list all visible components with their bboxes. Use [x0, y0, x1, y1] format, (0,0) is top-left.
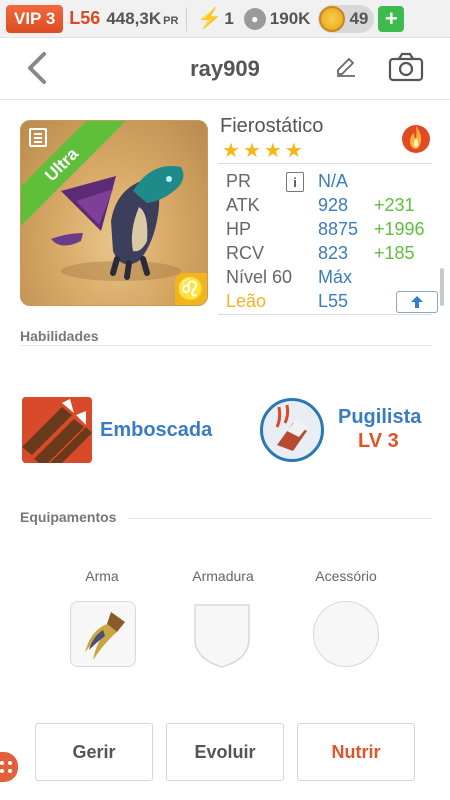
fire-icon: [402, 125, 430, 153]
upgrade-button[interactable]: [396, 291, 438, 313]
claw-strike-icon: [22, 397, 92, 463]
skill-name-boxer[interactable]: Pugilista: [338, 406, 421, 429]
skill-level-boxer: LV 3: [358, 430, 399, 452]
dragon-portrait[interactable]: Ultra ♌: [20, 120, 208, 306]
armor-slot[interactable]: [191, 601, 253, 669]
page-header: ray909: [0, 38, 450, 100]
star-icon: ★: [242, 140, 261, 162]
stat-bonus: +1996: [374, 219, 425, 239]
stat-label: Leão: [226, 291, 267, 311]
stat-value: 8875: [318, 219, 359, 239]
arrow-up-icon: [411, 296, 423, 308]
edit-pencil-icon[interactable]: [334, 54, 358, 78]
star-icon: ★: [284, 140, 303, 162]
star-rating: ★ ★ ★ ★: [222, 141, 303, 161]
gold-value: 49: [349, 8, 369, 28]
vip-badge[interactable]: VIP 3: [6, 4, 64, 33]
section-title-skills: Habilidades: [20, 328, 99, 344]
food-value: 190K: [269, 8, 311, 28]
stat-label: HP: [226, 219, 252, 239]
slot-label-weapon: Arma: [85, 568, 119, 584]
boxer-skill-icon[interactable]: [260, 398, 324, 462]
camera-icon[interactable]: [388, 52, 424, 82]
stat-value: N/A: [318, 171, 349, 191]
slot-label-accessory: Acessório: [315, 568, 377, 584]
stat-value: L55: [318, 291, 349, 311]
stat-bonus: +185: [374, 243, 415, 263]
ambush-skill-icon[interactable]: [22, 397, 92, 463]
floating-menu-button[interactable]: [0, 752, 18, 782]
divider: [128, 518, 432, 519]
gold-counter[interactable]: 49: [318, 4, 375, 33]
food-counter[interactable]: ● 190K: [243, 7, 311, 30]
slot-label-armor: Armadura: [192, 568, 254, 584]
fist-icon: [264, 402, 320, 458]
stat-label: RCV: [226, 243, 265, 263]
scrollbar[interactable]: [440, 268, 444, 306]
energy-counter[interactable]: ⚡ 1: [197, 6, 233, 31]
star-icon: ★: [222, 140, 240, 162]
stat-bonus: +231: [374, 195, 415, 215]
player-level: L56: [69, 8, 101, 28]
divider: [20, 345, 432, 346]
claw-weapon-icon: [85, 612, 125, 660]
grid-dots-icon: [0, 761, 12, 773]
skill-name-ambush[interactable]: Emboscada: [100, 419, 212, 442]
stat-value: Máx: [318, 267, 353, 287]
weapon-slot[interactable]: [70, 601, 136, 667]
dragon-name: Fierostático: [220, 115, 324, 137]
leo-zodiac-icon: ♌: [175, 273, 207, 305]
evolve-button[interactable]: Evoluir: [166, 723, 284, 781]
stat-value: 823: [318, 243, 349, 263]
section-title-equipment: Equipamentos: [20, 509, 117, 525]
top-status-bar: VIP 3 L56 448,3K PR ⚡ 1 ● 190K 49 +: [0, 0, 450, 38]
manage-button[interactable]: Gerir: [35, 723, 153, 781]
page-title: ray909: [190, 56, 260, 81]
info-icon[interactable]: i: [286, 172, 304, 192]
stat-value: 928: [318, 195, 349, 215]
coin-icon: [319, 5, 346, 32]
paw-icon: ●: [243, 7, 266, 30]
add-gold-button[interactable]: +: [378, 5, 405, 32]
power-value: 448,3K: [106, 8, 162, 28]
nurture-button[interactable]: Nutrir: [297, 723, 415, 781]
stat-label: PR: [226, 171, 252, 191]
player-power: 448,3K PR: [106, 9, 178, 29]
power-unit: PR: [163, 14, 179, 27]
stat-label: Nível 60: [226, 267, 293, 287]
lightning-icon: ⚡: [197, 8, 223, 30]
notes-icon[interactable]: [29, 127, 47, 147]
star-icon: ★: [263, 140, 282, 162]
stat-label: ATK: [226, 195, 260, 215]
energy-value: 1: [224, 8, 234, 28]
divider: [186, 6, 188, 31]
accessory-slot[interactable]: [313, 601, 379, 667]
